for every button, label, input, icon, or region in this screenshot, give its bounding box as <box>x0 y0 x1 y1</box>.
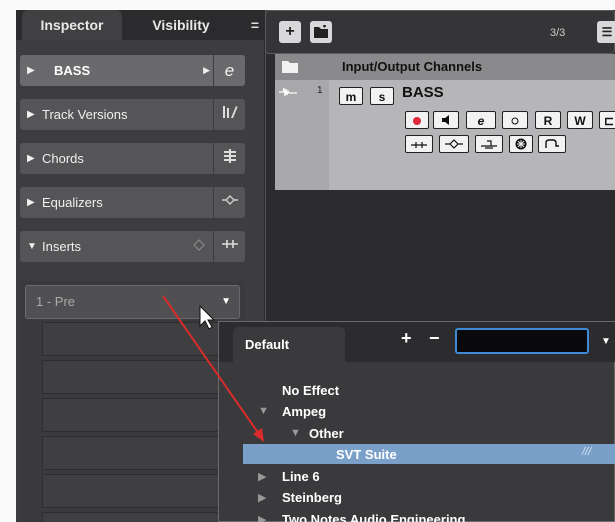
mouse-cursor-icon <box>199 304 216 330</box>
annotation-arrowhead <box>253 428 264 442</box>
annotation-arrow <box>162 295 262 438</box>
annotation-overlay <box>162 295 264 442</box>
